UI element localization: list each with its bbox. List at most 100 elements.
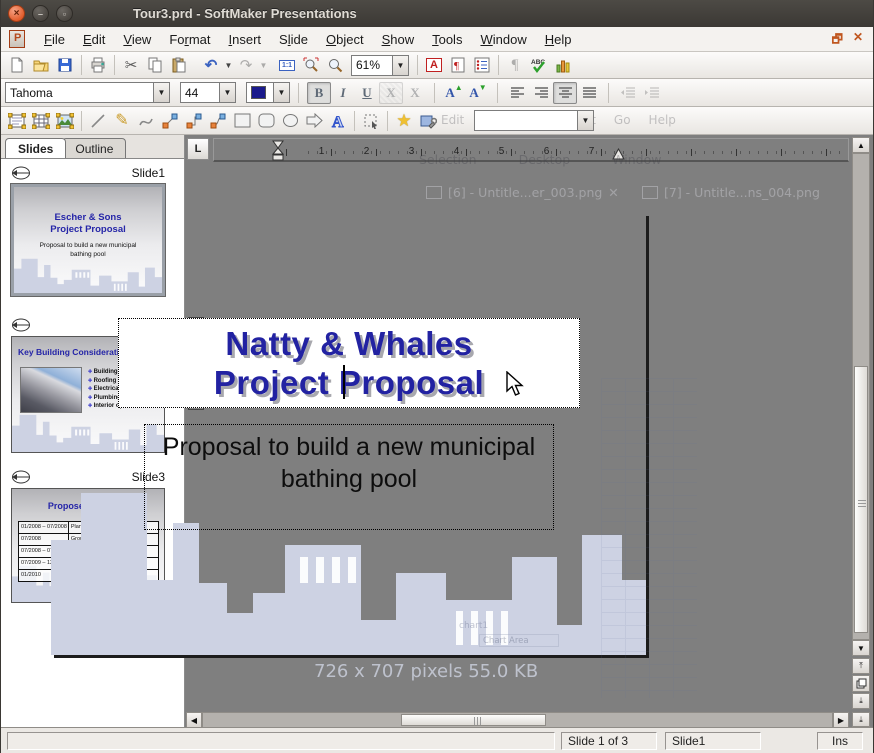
demote-icon[interactable] <box>616 82 640 104</box>
redo-dropdown-icon[interactable]: ▼ <box>258 54 269 76</box>
transition-icon[interactable] <box>11 470 31 484</box>
object-properties-icon[interactable] <box>416 110 440 132</box>
undo-icon[interactable]: ↶ <box>199 54 223 76</box>
scroll-right-button[interactable]: ▶ <box>833 712 849 728</box>
menu-item[interactable]: Slide <box>270 29 317 50</box>
font-color-picker[interactable]: ▼ <box>246 82 290 103</box>
underline-button[interactable]: U <box>355 82 379 104</box>
open-folder-icon[interactable] <box>29 54 53 76</box>
menu-item[interactable]: Tools <box>423 29 471 50</box>
menu-item[interactable]: File <box>35 29 74 50</box>
rectangle-icon[interactable] <box>230 110 254 132</box>
scroll-left-button[interactable]: ◀ <box>186 712 202 728</box>
menu-item[interactable]: Help <box>536 29 581 50</box>
transition-icon[interactable] <box>11 166 31 180</box>
restore-document-icon[interactable]: 🗗 <box>832 30 843 51</box>
indent-marker-icon[interactable] <box>272 140 284 161</box>
save-icon[interactable] <box>53 54 77 76</box>
align-left-icon[interactable] <box>505 82 529 104</box>
curve-icon[interactable] <box>134 110 158 132</box>
promote-icon[interactable] <box>640 82 664 104</box>
cut-icon[interactable]: ✂ <box>119 54 143 76</box>
select-objects-icon[interactable] <box>359 110 383 132</box>
copy-icon[interactable] <box>143 54 167 76</box>
chart-icon[interactable] <box>551 54 575 76</box>
freehand-icon[interactable]: ✎ <box>110 110 134 132</box>
image-frame-icon[interactable] <box>53 110 77 132</box>
character-format-icon[interactable]: A <box>422 54 446 76</box>
app-document-icon[interactable] <box>9 30 25 48</box>
undo-dropdown-icon[interactable]: ▼ <box>223 54 234 76</box>
font-size-combobox[interactable]: 44▼ <box>180 82 236 103</box>
strike2-button[interactable]: X <box>403 82 427 104</box>
strike-button[interactable]: X <box>379 82 403 104</box>
connector-curve-icon[interactable] <box>206 110 230 132</box>
zoom-icon[interactable] <box>323 54 347 76</box>
align-center-icon[interactable] <box>553 82 577 104</box>
new-document-icon[interactable] <box>5 54 29 76</box>
align-right-icon[interactable] <box>529 82 553 104</box>
window-close-button[interactable]: × <box>8 5 25 22</box>
scroll-down-button[interactable]: ▼ <box>852 640 870 656</box>
zoom-selection-icon[interactable] <box>299 54 323 76</box>
scroll-up-button[interactable]: ▲ <box>852 137 870 153</box>
previous-slide-button[interactable]: ⤒ <box>852 658 870 674</box>
textart-icon[interactable]: A <box>326 110 350 132</box>
rounded-rectangle-icon[interactable] <box>254 110 278 132</box>
italic-button[interactable]: I <box>331 82 355 104</box>
bold-button[interactable]: B <box>307 82 331 104</box>
menu-item[interactable]: Show <box>373 29 424 50</box>
corner-nav-button[interactable]: ⤓ <box>852 712 870 727</box>
menu-item[interactable]: Edit <box>74 29 114 50</box>
table-frame-icon[interactable] <box>29 110 53 132</box>
menu-item[interactable]: Object <box>317 29 373 50</box>
zoom-level-combobox[interactable]: 61%▼ <box>351 55 409 76</box>
window-maximize-button[interactable]: ▫ <box>56 5 73 22</box>
formatting-marks-icon[interactable]: ¶ <box>503 54 527 76</box>
connector-elbow-icon[interactable] <box>182 110 206 132</box>
zoom-original-icon[interactable]: 1:1 <box>275 54 299 76</box>
right-indent-marker-icon[interactable] <box>612 148 625 160</box>
shrink-font-icon[interactable]: A▼ <box>466 82 490 104</box>
autoshape-icon[interactable] <box>302 110 326 132</box>
horizontal-scrollbar-track[interactable] <box>202 712 833 728</box>
grow-font-icon[interactable]: A▲ <box>442 82 466 104</box>
vertical-scrollbar-track[interactable] <box>852 153 870 640</box>
paste-icon[interactable] <box>167 54 191 76</box>
menu-item[interactable]: View <box>114 29 160 50</box>
menu-item[interactable]: Window <box>471 29 535 50</box>
goto-slide-button[interactable] <box>852 675 870 692</box>
horizontal-scrollbar-thumb[interactable] <box>401 714 546 726</box>
redo-icon[interactable]: ↷ <box>234 54 258 76</box>
bullets-numbering-icon[interactable] <box>470 54 494 76</box>
justify-icon[interactable] <box>577 82 601 104</box>
subtitle-text-frame[interactable]: Proposal to build a new municipal bathin… <box>144 424 554 530</box>
connector-line-icon[interactable] <box>158 110 182 132</box>
size-combo-arrow-icon[interactable]: ▼ <box>219 83 235 102</box>
window-minimize-button[interactable]: – <box>32 5 49 22</box>
tab-outline[interactable]: Outline <box>62 138 126 158</box>
font-combo-arrow-icon[interactable]: ▼ <box>153 83 169 102</box>
close-document-icon[interactable]: ✕ <box>853 30 863 51</box>
spellcheck-icon[interactable]: ABC <box>527 54 551 76</box>
text-frame-icon[interactable] <box>5 110 29 132</box>
object-toolbar-combobox[interactable]: ▼ <box>474 110 594 131</box>
line-icon[interactable] <box>86 110 110 132</box>
menu-item[interactable]: Format <box>160 29 219 50</box>
vertical-scrollbar-thumb[interactable] <box>854 366 868 633</box>
autoshape-gallery-icon[interactable]: ★ <box>392 110 416 132</box>
color-combo-arrow-icon[interactable]: ▼ <box>273 83 289 102</box>
zoom-combo-arrow-icon[interactable]: ▼ <box>392 56 408 75</box>
tab-slides[interactable]: Slides <box>5 138 66 158</box>
transition-icon[interactable] <box>11 318 31 332</box>
object-combo-arrow-icon[interactable]: ▼ <box>577 111 593 130</box>
status-slide-info: Slide 1 of 3 <box>561 732 657 750</box>
menu-item[interactable]: Insert <box>220 29 271 50</box>
slide-canvas[interactable]: 726 x 707 pixels 55.0 KB chart1 Chart Ar… <box>51 213 646 655</box>
paragraph-format-icon[interactable]: ¶ <box>446 54 470 76</box>
next-slide-button[interactable]: ⤓ <box>852 693 870 709</box>
ellipse-icon[interactable] <box>278 110 302 132</box>
tab-type-button[interactable]: L <box>187 138 209 160</box>
print-icon[interactable] <box>86 54 110 76</box>
font-name-combobox[interactable]: Tahoma▼ <box>5 82 170 103</box>
